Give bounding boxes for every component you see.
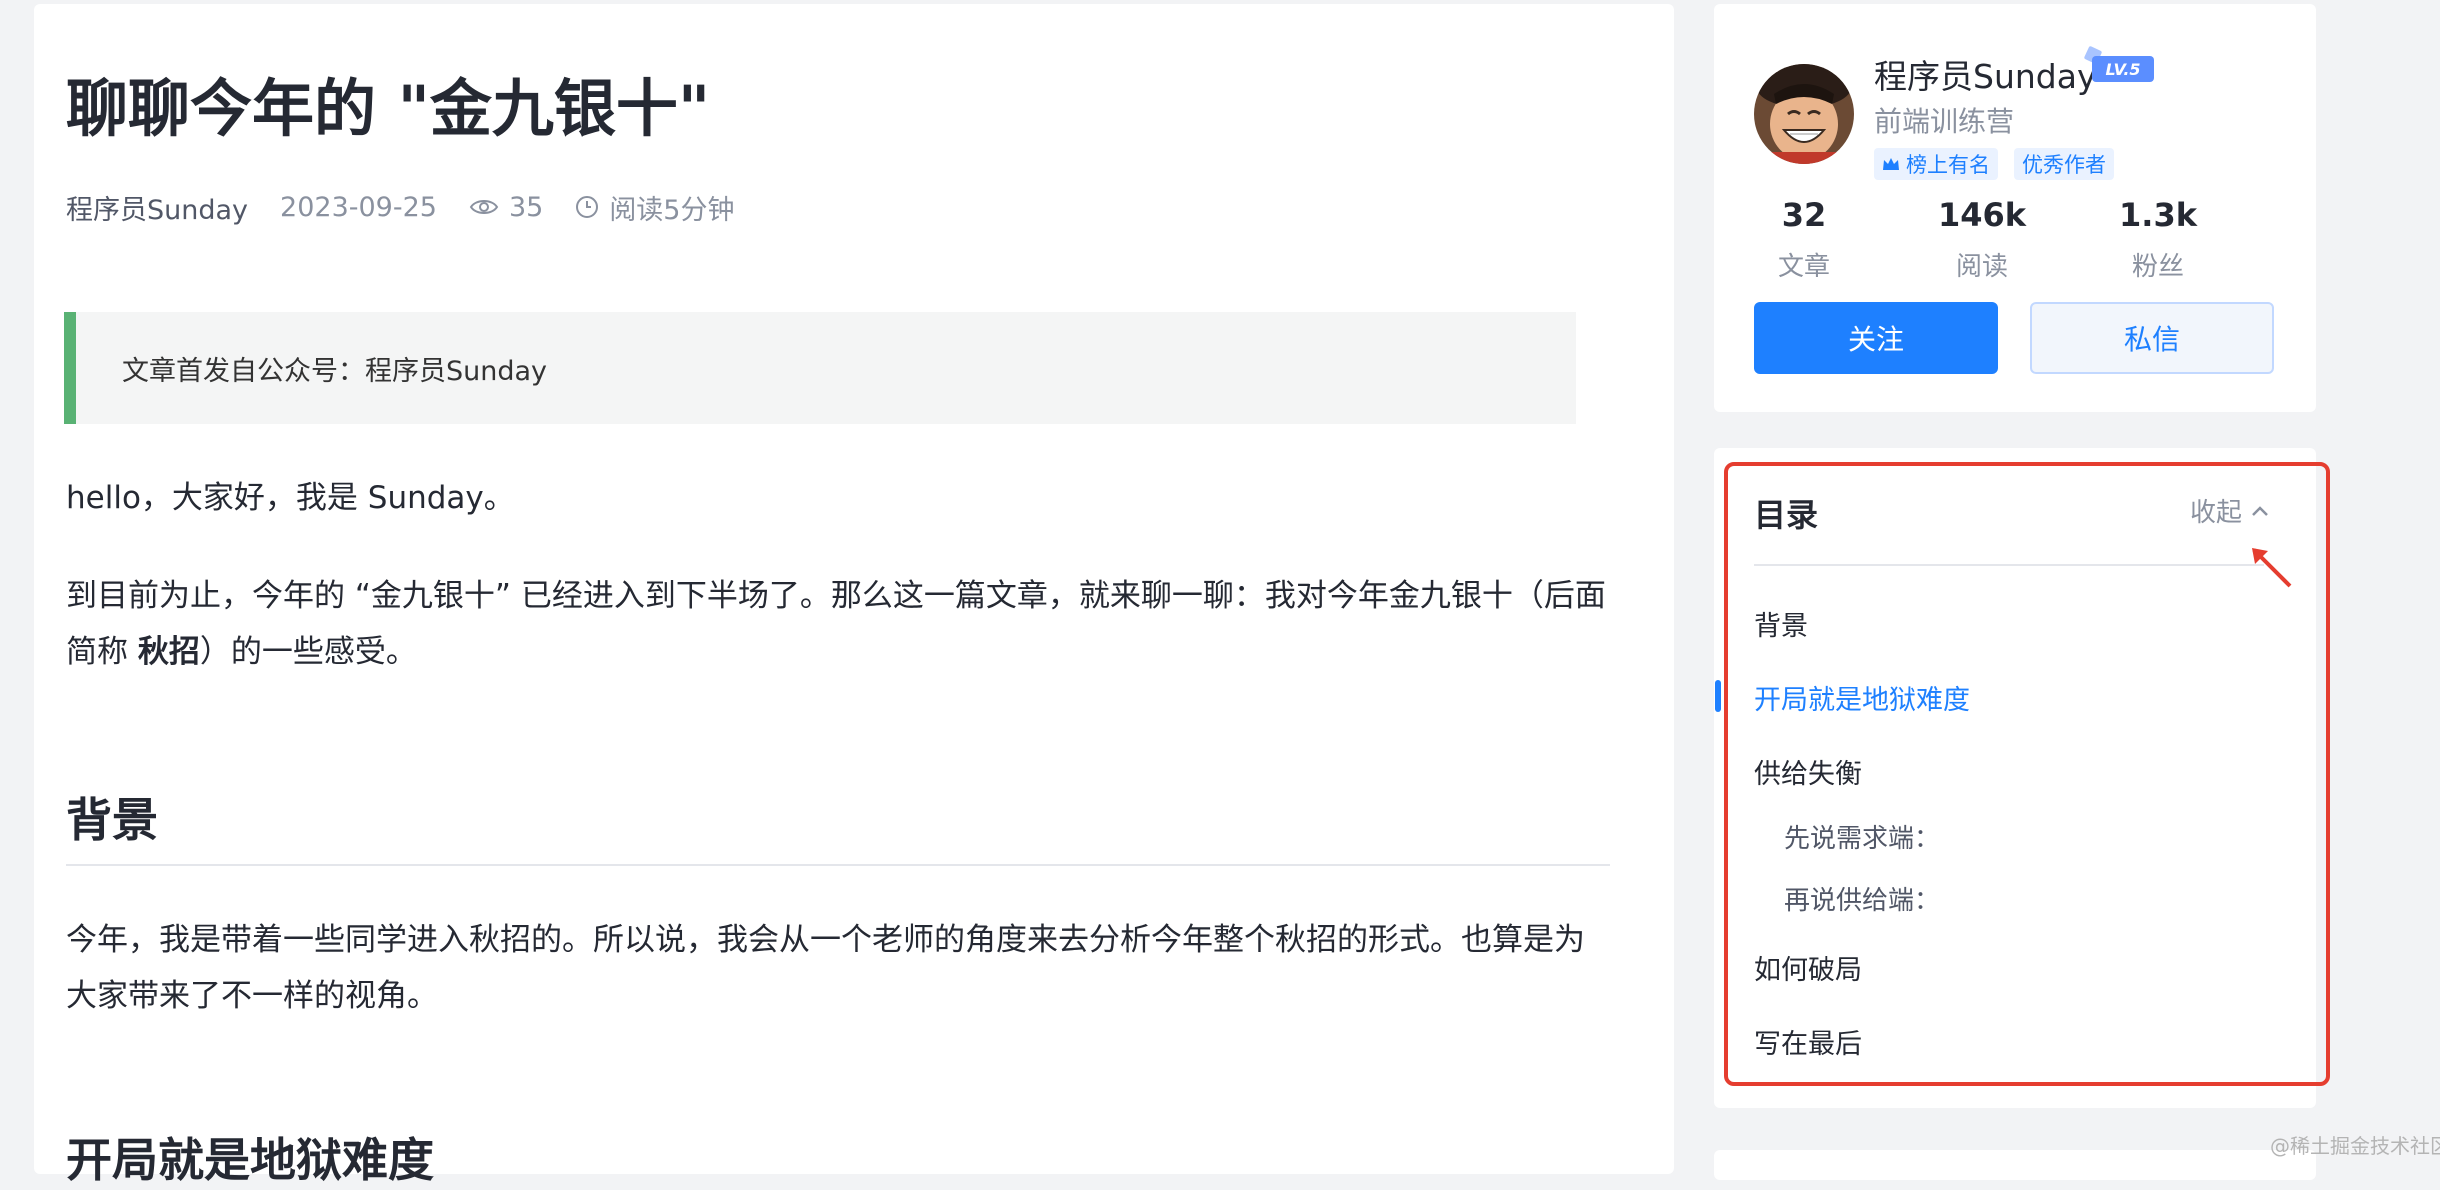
collapse-label: 收起 (2190, 498, 2243, 528)
toc-active-indicator (1715, 680, 1721, 712)
article-title: 聊聊今年的 "金九银十" (66, 72, 711, 145)
toc-item-supply[interactable]: 再说供给端： (1784, 880, 1940, 917)
chevron-up-icon (2250, 504, 2270, 518)
heading-divider (66, 864, 1610, 866)
stat-number: 146k (1937, 196, 2027, 234)
author-name[interactable]: 程序员Sunday (1874, 50, 2096, 98)
badge-excellent-author[interactable]: 优秀作者 (2014, 148, 2114, 180)
meta-date: 2023-09-25 (280, 191, 437, 223)
meta-read-time: 阅读5分钟 (609, 194, 735, 226)
clock-icon (575, 195, 599, 219)
toc-item-breakthrough[interactable]: 如何破局 (1754, 948, 1862, 987)
article-meta: 程序员Sunday 2023-09-25 35 阅读5分钟 (66, 186, 735, 228)
eye-icon (469, 196, 499, 218)
author-subtitle: 前端训练营 (1874, 105, 2015, 138)
toc-item-demand[interactable]: 先说需求端： (1784, 818, 1940, 855)
stat-reads[interactable]: 146k 阅读 (1892, 196, 2072, 283)
toc-collapse-button[interactable]: 收起 (2190, 492, 2270, 529)
quote-text: 文章首发自公众号：程序员Sunday (122, 355, 548, 387)
paragraph-text: ）的一些感受。 (199, 634, 417, 670)
badge-ranked[interactable]: 榜上有名 (1874, 148, 1998, 180)
stat-number: 32 (1781, 196, 1827, 234)
avatar[interactable] (1754, 64, 1854, 164)
stat-number: 1.3k (2119, 196, 2197, 234)
heading-next-section: 开局就是地狱难度 (66, 1133, 434, 1187)
stat-articles[interactable]: 32 文章 (1714, 196, 1894, 283)
badge-label: 榜上有名 (1906, 153, 1990, 177)
article-quote: 文章首发自公众号：程序员Sunday (64, 312, 1576, 424)
toc-title: 目录 (1754, 496, 1819, 534)
toc-item-background[interactable]: 背景 (1754, 604, 1808, 643)
toc-item-final[interactable]: 写在最后 (1754, 1022, 1862, 1061)
stat-label: 阅读 (1955, 252, 2008, 282)
meta-author[interactable]: 程序员Sunday (66, 188, 248, 227)
meta-views: 35 (508, 191, 544, 223)
toc-item-hell-mode[interactable]: 开局就是地狱难度 (1754, 678, 1970, 717)
paragraph-intro: hello，大家好，我是 Sunday。 (66, 480, 515, 516)
badge-label: 优秀作者 (2022, 153, 2106, 177)
paragraph-intro-2: 到目前为止，今年的 “金九银十” 已经进入到下半场了。那么这一篇文章，就来聊一聊… (66, 568, 1606, 680)
stat-label: 粉丝 (2131, 252, 2184, 282)
author-card: 程序员Sunday LV.5 前端训练营 榜上有名 优秀作者 32 文章 146… (1714, 4, 2316, 412)
paragraph-background: 今年，我是带着一些同学进入秋招的。所以说，我会从一个老师的角度来去分析今年整个秋… (66, 922, 1585, 1014)
crown-icon (1882, 156, 1900, 172)
bold-term: 秋招 (137, 634, 200, 670)
toc-divider (1754, 564, 2264, 566)
level-badge: LV.5 (2092, 56, 2154, 82)
lower-card (1714, 1150, 2316, 1180)
follow-button[interactable]: 关注 (1754, 302, 1998, 374)
toc-item-imbalance[interactable]: 供给失衡 (1754, 752, 1862, 791)
annotation-arrow-icon (2246, 542, 2296, 596)
heading-background: 背景 (66, 793, 158, 847)
stat-followers[interactable]: 1.3k 粉丝 (2068, 196, 2248, 283)
watermark: @稀土掘金技术社区 (2270, 1134, 2440, 1158)
stat-label: 文章 (1777, 252, 1830, 282)
message-button[interactable]: 私信 (2030, 302, 2274, 374)
